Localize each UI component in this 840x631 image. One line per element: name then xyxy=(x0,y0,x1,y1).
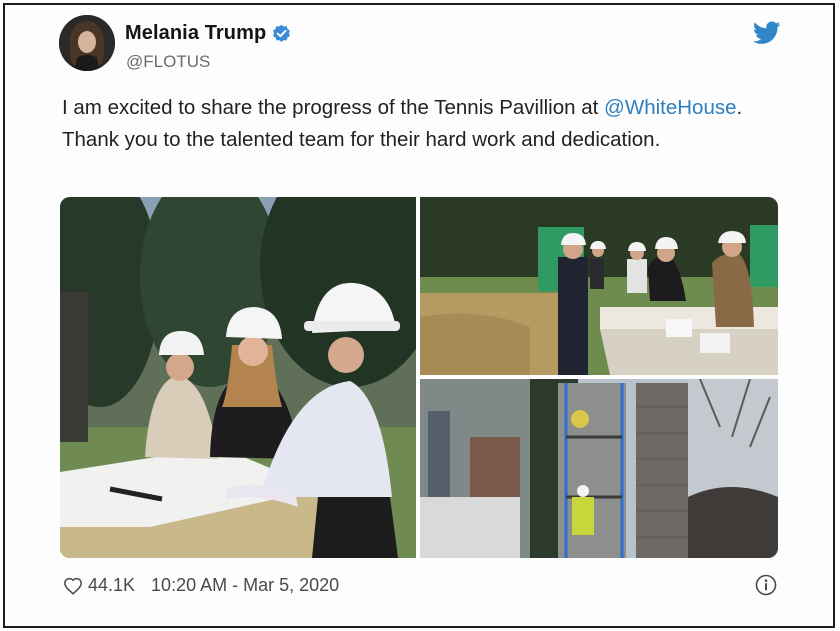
display-name[interactable]: Melania Trump xyxy=(125,22,266,45)
media-grid xyxy=(60,197,778,558)
mention-link[interactable]: @WhiteHouse xyxy=(604,96,736,119)
tweet-card: Melania Trump @FLOTUS I am excited to sh… xyxy=(3,3,835,628)
info-icon[interactable] xyxy=(755,574,777,596)
author-row: Melania Trump xyxy=(125,22,291,45)
like-count: 44.1K xyxy=(88,575,136,595)
handle[interactable]: @FLOTUS xyxy=(126,52,210,72)
photo-hardhat-plans[interactable] xyxy=(60,197,440,558)
tweet-text-part: I am excited to share the progress of th… xyxy=(62,96,605,119)
verified-badge-icon xyxy=(273,24,291,42)
tweet-footer: 44.1K 10:20 AM - Mar 5, 2020 xyxy=(63,575,339,596)
tweet-text: I am excited to share the progress of th… xyxy=(62,92,792,156)
avatar[interactable] xyxy=(59,15,115,71)
twitter-bird-icon[interactable] xyxy=(753,21,781,45)
heart-icon[interactable] xyxy=(63,577,83,595)
photo-site-review[interactable] xyxy=(420,197,778,375)
photo-scaffolding[interactable] xyxy=(420,379,778,558)
timestamp[interactable]: 10:20 AM - Mar 5, 2020 xyxy=(151,575,339,596)
